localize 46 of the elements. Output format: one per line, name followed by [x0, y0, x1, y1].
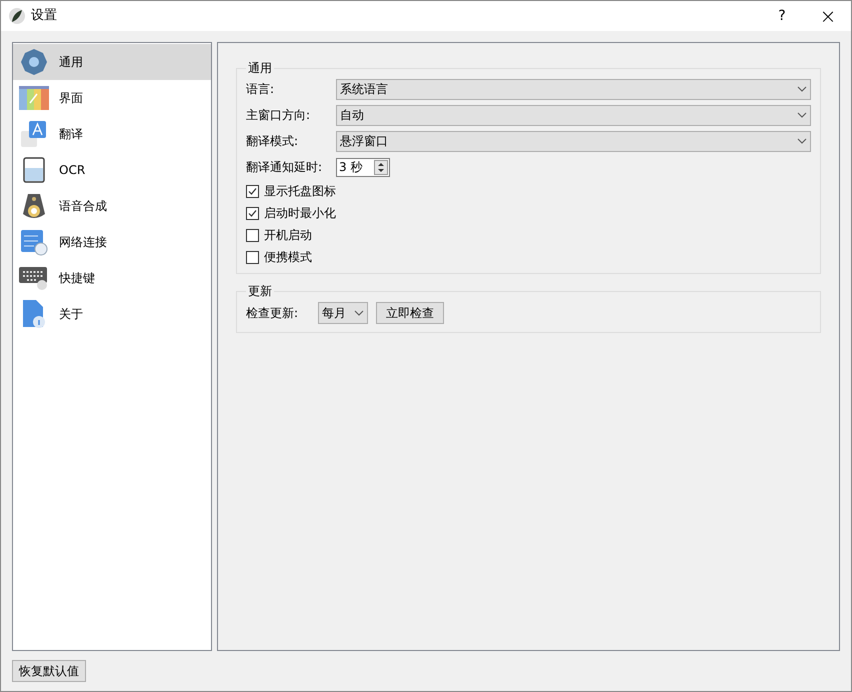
- help-button[interactable]: ?: [759, 1, 805, 31]
- spin-arrows-icon: [374, 160, 388, 174]
- field-label: 翻译模式:: [246, 133, 300, 150]
- dropdown[interactable]: 系统语言: [336, 78, 811, 100]
- chevron-down-icon: [354, 310, 364, 316]
- checkbox-label: 便携模式: [264, 249, 312, 266]
- sidebar-item[interactable]: 网络连接: [13, 224, 211, 260]
- window-title: 设置: [31, 7, 57, 26]
- translate-icon: [20, 120, 48, 148]
- field-label: 检查更新:: [246, 305, 300, 322]
- sidebar-item[interactable]: 界面: [13, 80, 211, 116]
- chevron-down-icon: [797, 112, 807, 118]
- document-info-icon: [20, 299, 48, 329]
- field-label: 翻译通知延时:: [246, 159, 324, 176]
- sidebar-item[interactable]: 快捷键: [13, 260, 211, 296]
- group-title: 通用: [247, 60, 273, 77]
- sidebar-item[interactable]: 关于: [13, 296, 211, 332]
- chevron-down-icon: [797, 86, 807, 92]
- field-label: 语言:: [246, 81, 276, 98]
- keyboard-icon: [19, 265, 49, 291]
- checkbox-label: 显示托盘图标: [264, 183, 336, 200]
- chevron-down-icon: [797, 138, 807, 144]
- dropdown[interactable]: 每月: [318, 302, 368, 324]
- restore-defaults-button[interactable]: 恢复默认值: [12, 660, 86, 682]
- sidebar-item[interactable]: 语音合成: [13, 188, 211, 224]
- sidebar-item[interactable]: OCR: [13, 152, 211, 188]
- checkbox-label: 开机启动: [264, 227, 312, 244]
- checkbox[interactable]: [246, 250, 259, 264]
- checkbox[interactable]: [246, 206, 259, 220]
- close-button[interactable]: ×: [805, 1, 851, 31]
- dropdown[interactable]: 悬浮窗口: [336, 130, 811, 152]
- checkbox-label: 启动时最小化: [264, 205, 336, 222]
- server-globe-icon: [20, 228, 48, 256]
- speaker-icon: [20, 192, 48, 220]
- checkbox[interactable]: [246, 184, 259, 198]
- sidebar-item[interactable]: 翻译: [13, 116, 211, 152]
- leaf-logo-icon: [9, 8, 25, 24]
- group-title: 更新: [247, 283, 273, 300]
- field-label: 主窗口方向:: [246, 107, 312, 124]
- gear-icon: [20, 48, 48, 76]
- dropdown[interactable]: 自动: [336, 104, 811, 126]
- spin-box[interactable]: 3 秒: [336, 158, 390, 176]
- checkbox[interactable]: [246, 228, 259, 242]
- check-now-button[interactable]: 立即检查: [376, 302, 444, 324]
- sidebar-item[interactable]: 通用: [13, 44, 211, 80]
- color-bars-icon: [19, 86, 49, 110]
